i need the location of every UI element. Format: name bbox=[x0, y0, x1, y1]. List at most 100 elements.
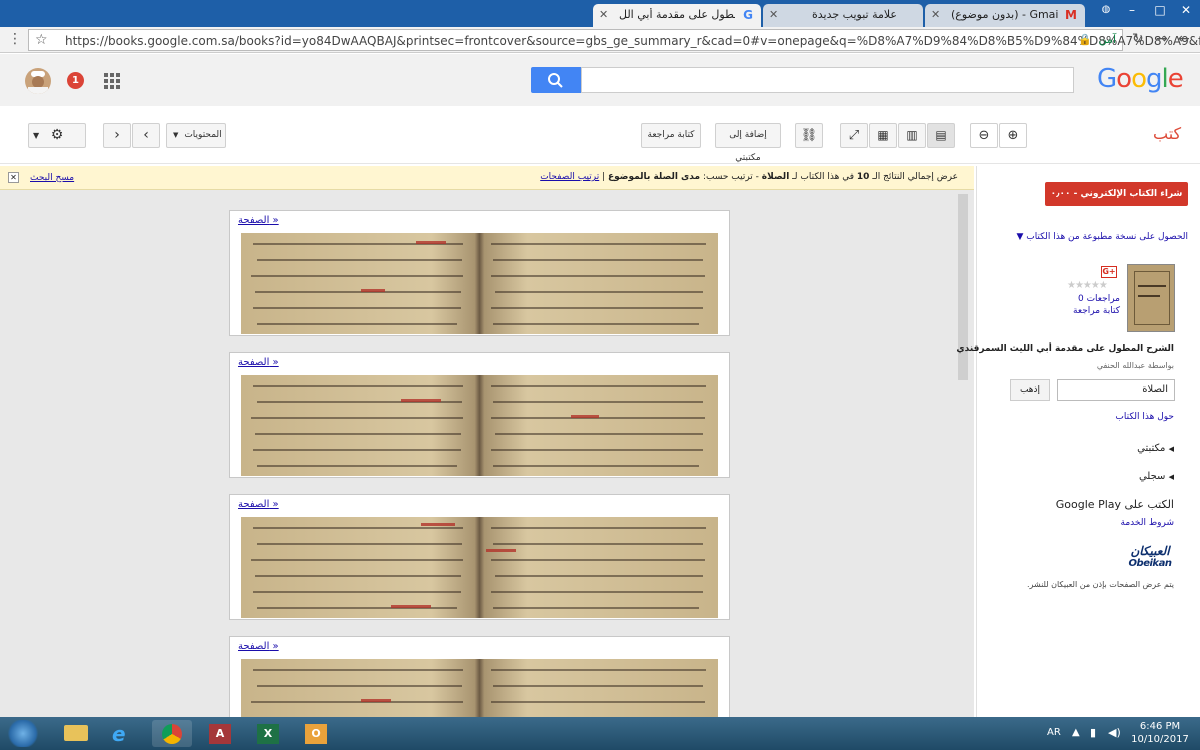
buy-ebook-button[interactable]: شراء الكتاب الإلكتروني - ٠٫٠٠ ر.س. bbox=[1045, 182, 1188, 223]
star-icon[interactable]: ☆ bbox=[35, 32, 48, 48]
internet-explorer-icon[interactable]: e bbox=[104, 720, 144, 747]
results-count: 10 bbox=[856, 172, 870, 182]
url-field[interactable]: ☆ https://books.google.com.sa/books?id=y… bbox=[28, 29, 1200, 51]
forward-icon[interactable]: → bbox=[1156, 31, 1168, 47]
maximize-icon[interactable]: □ bbox=[1146, 0, 1174, 20]
network-icon[interactable]: ▮ bbox=[1090, 726, 1096, 739]
grid-view-icon: ▦ bbox=[877, 128, 889, 142]
link-button[interactable]: ⛓ bbox=[795, 123, 823, 148]
separator: | bbox=[602, 172, 606, 182]
add-to-library-button[interactable]: إضافة إلى مكتبتي bbox=[715, 123, 781, 163]
publisher-logo-text: العبيكان bbox=[1130, 544, 1170, 558]
manuscript-page-image[interactable] bbox=[241, 375, 718, 476]
list-item: الصفحة » bbox=[229, 352, 730, 478]
page-icon: ▤ bbox=[935, 128, 947, 142]
chrome-icon[interactable] bbox=[152, 720, 192, 747]
my-history-label: سجلي bbox=[1138, 471, 1166, 482]
triangle-right-icon: ◀ bbox=[1168, 445, 1174, 453]
write-review-link[interactable]: كتابة مراجعة bbox=[1073, 306, 1120, 316]
page-link[interactable]: الصفحة » bbox=[238, 641, 279, 652]
url-text: https://books.google.com.sa/books?id=yo8… bbox=[65, 34, 1200, 48]
close-tab-icon[interactable]: ✕ bbox=[599, 8, 608, 21]
manuscript-page-image[interactable] bbox=[241, 659, 718, 717]
tab-new-tab[interactable]: ✕ علامة تبويب جديدة bbox=[763, 4, 923, 27]
tray-arrow-icon[interactable]: ▲ bbox=[1072, 727, 1080, 738]
fullscreen-button[interactable]: ⤢ bbox=[840, 123, 868, 148]
prev-page-button[interactable]: ‹ bbox=[132, 123, 160, 148]
go-button[interactable]: إذهب bbox=[1010, 379, 1050, 401]
zoom-in-button[interactable]: ⊕ bbox=[999, 123, 1027, 148]
google-header: 1 Google bbox=[0, 54, 1200, 106]
page-link[interactable]: الصفحة » bbox=[238, 357, 279, 368]
language-indicator[interactable]: AR bbox=[1047, 727, 1061, 738]
contents-dropdown[interactable]: ▼ المحتويات bbox=[166, 123, 226, 148]
print-copy-link[interactable]: الحصول على نسخة مطبوعة من هذا الكتاب ▼ bbox=[1016, 232, 1188, 242]
apps-grid-icon[interactable] bbox=[104, 73, 120, 89]
results-summary: عرض إجمالي النتائج الـ 10 في هذا الكتاب … bbox=[540, 172, 958, 182]
search-button[interactable] bbox=[531, 67, 581, 93]
about-book-link[interactable]: حول هذا الكتاب bbox=[1115, 412, 1174, 422]
next-page-button[interactable]: › bbox=[103, 123, 131, 148]
windows-taskbar: e A X O AR ▲ ▮ ◀) 6:46 PM 10/10/2017 bbox=[0, 717, 1200, 750]
clear-search-link[interactable]: مسح البحث bbox=[30, 173, 74, 183]
publisher-logo[interactable]: العبيكان Obeikan bbox=[1125, 544, 1175, 576]
notification-badge[interactable]: 1 bbox=[67, 72, 84, 89]
sort-prefix: - ترتيب حسب: bbox=[702, 172, 759, 182]
settings-button[interactable]: ⚙ ▼ bbox=[28, 123, 86, 148]
clock[interactable]: 6:46 PM 10/10/2017 bbox=[1130, 720, 1190, 746]
close-tab-icon[interactable]: ✕ bbox=[769, 8, 778, 21]
books-toolbar: ⚙ ▼ › ‹ ▼ المحتويات كتابة مراجعة إضافة إ… bbox=[0, 106, 1200, 164]
manuscript-page-image[interactable] bbox=[241, 233, 718, 334]
outlook-icon[interactable]: O bbox=[296, 720, 336, 747]
query-text: الصلاة bbox=[761, 172, 790, 182]
file-explorer-icon[interactable] bbox=[56, 720, 96, 747]
manuscript-page-image[interactable] bbox=[241, 517, 718, 618]
sort-value: مدى الصلة بالموضوع bbox=[608, 172, 701, 182]
profile-icon[interactable]: ◍ bbox=[1092, 0, 1120, 20]
excel-icon[interactable]: X bbox=[248, 720, 288, 747]
google-plus-button[interactable]: G+ bbox=[1101, 266, 1117, 278]
two-page-view-button[interactable]: ▥ bbox=[898, 123, 926, 148]
my-library-label: مكتبتي bbox=[1137, 443, 1166, 454]
sort-pages-link[interactable]: ترتيب الصفحات bbox=[540, 172, 599, 182]
page-link[interactable]: الصفحة » bbox=[238, 499, 279, 510]
volume-icon[interactable]: ◀) bbox=[1108, 726, 1121, 739]
book-cover-image[interactable] bbox=[1127, 264, 1175, 332]
my-library-item[interactable]: مكتبتي ◀ bbox=[1137, 443, 1174, 454]
reviews-count-link[interactable]: 0 مراجعات bbox=[1078, 294, 1120, 304]
close-tab-icon[interactable]: ✕ bbox=[931, 8, 940, 21]
summary-prefix: عرض إجمالي النتائج الـ bbox=[872, 172, 958, 182]
publisher-logo-latin: Obeikan bbox=[1128, 558, 1172, 569]
book-sidebar: شراء الكتاب الإلكتروني - ٠٫٠٠ ر.س. الحصو… bbox=[956, 166, 1200, 717]
close-icon[interactable]: ✕ bbox=[8, 172, 19, 183]
tab-label: (بدون موضوع) - Gmail - com bbox=[951, 8, 1059, 21]
search-in-book-input[interactable]: الصلاة bbox=[1057, 379, 1175, 401]
google-logo[interactable]: Google bbox=[1097, 64, 1184, 94]
thumbnail-view-button[interactable]: ▦ bbox=[869, 123, 897, 148]
single-page-view-button[interactable]: ▤ bbox=[927, 123, 955, 148]
books-on-play-link[interactable]: الكتب على Google Play bbox=[1056, 498, 1174, 511]
write-review-button[interactable]: كتابة مراجعة bbox=[641, 123, 701, 148]
page-link[interactable]: الصفحة » bbox=[238, 215, 279, 226]
avatar[interactable] bbox=[25, 68, 51, 94]
link-icon: ⛓ bbox=[800, 128, 818, 143]
zoom-out-button[interactable]: ⊖ bbox=[970, 123, 998, 148]
fullscreen-icon: ⤢ bbox=[848, 128, 860, 143]
book-title: الشرح المطول على مقدمة أبي الليث السمرقن… bbox=[956, 344, 1174, 354]
start-button[interactable] bbox=[6, 720, 40, 747]
minimize-icon[interactable]: – bbox=[1118, 0, 1146, 20]
my-history-item[interactable]: سجلي ◀ bbox=[1139, 471, 1174, 482]
publisher-note: يتم عرض الصفحات بإذن من العبيكان للنشر. bbox=[1026, 580, 1174, 589]
zoom-in-icon: ⊕ bbox=[1007, 128, 1019, 143]
terms-link[interactable]: شروط الخدمة bbox=[1121, 518, 1174, 528]
tab-gmail[interactable]: ✕ (بدون موضوع) - Gmail - com M bbox=[925, 4, 1085, 27]
books-label[interactable]: كتب bbox=[1153, 124, 1181, 143]
access-icon[interactable]: A bbox=[200, 720, 240, 747]
reload-icon[interactable]: ↻ bbox=[1132, 31, 1144, 47]
search-input[interactable] bbox=[581, 67, 1074, 93]
tab-google-books[interactable]: ✕ الشرح المطول على مقدمة أبي الل G bbox=[593, 4, 761, 27]
book-viewer[interactable]: الصفحة » الصفحة » الصفحة » الصفحة » bbox=[0, 190, 974, 717]
close-window-icon[interactable]: ✕ bbox=[1172, 0, 1200, 20]
menu-icon[interactable]: ⋮ bbox=[8, 31, 22, 47]
back-icon[interactable]: ← bbox=[1178, 31, 1190, 47]
